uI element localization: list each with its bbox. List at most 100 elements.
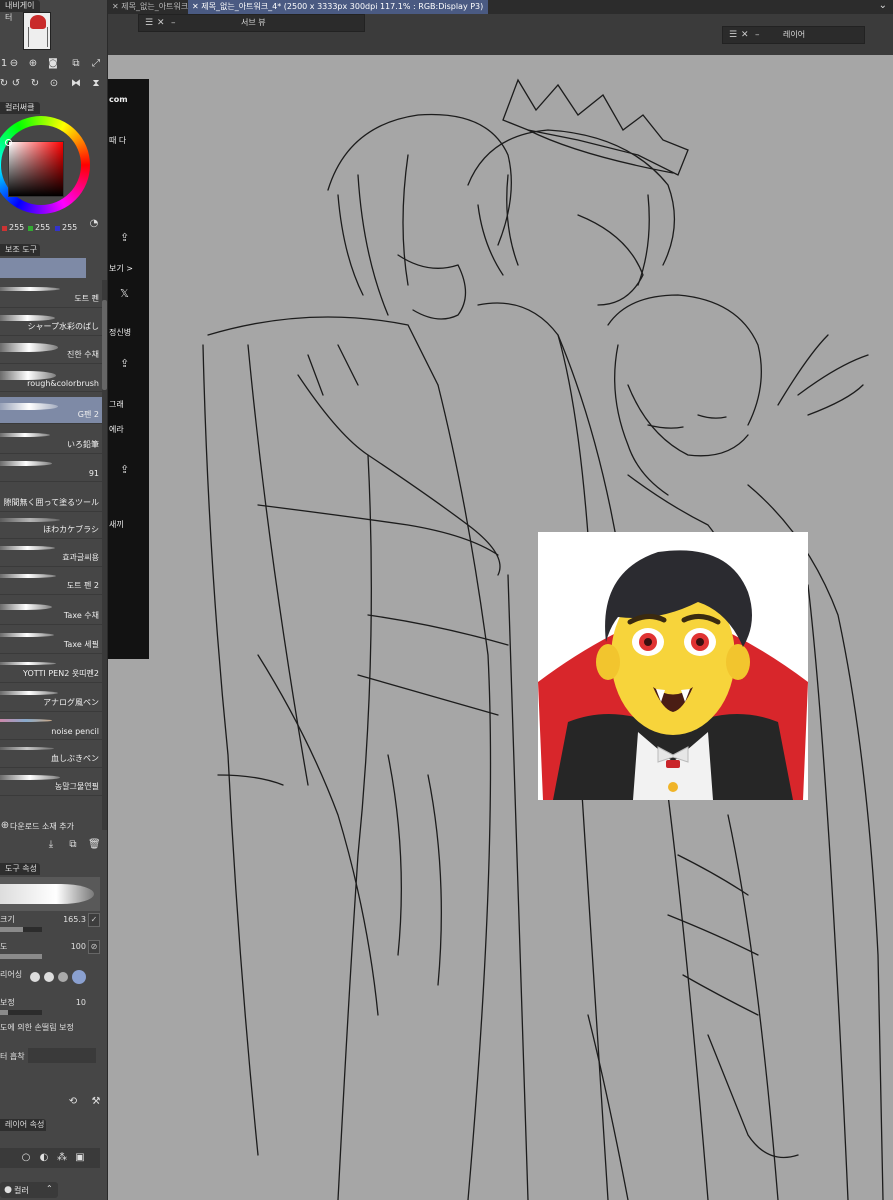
antialias-medium-icon[interactable]	[58, 972, 68, 982]
brush-item[interactable]: 도트 펜	[0, 281, 102, 308]
wrench-icon[interactable]: ⚒	[90, 1096, 102, 1108]
brush-item[interactable]: 도트 펜 2	[0, 568, 102, 595]
correction-value[interactable]: 10	[76, 998, 86, 1007]
density-row[interactable]: 도 100 ⊘	[0, 940, 104, 964]
saturation-value-square[interactable]	[8, 141, 64, 197]
brush-item[interactable]: 91	[0, 455, 102, 482]
brush-label: 血しぶきペン	[51, 754, 99, 763]
layer-panel[interactable]: ☰ ✕ – 레이어	[722, 26, 865, 44]
copy-view-icon[interactable]: ⧉	[70, 58, 82, 70]
brush-list-scrollbar[interactable]	[102, 280, 107, 830]
scrollbar-thumb[interactable]	[102, 300, 107, 390]
flip-vertical-icon[interactable]: ⧗	[90, 78, 102, 90]
zoom-in-icon[interactable]: ⊕	[27, 58, 39, 70]
sub-tool-tab[interactable]: 보조 도구	[0, 244, 40, 256]
close-icon[interactable]: ✕	[192, 2, 199, 11]
reset-rotation-icon[interactable]: ⊙	[48, 78, 60, 90]
brush-item[interactable]: ほわカケブラシ	[0, 512, 102, 539]
correction-row[interactable]: 보정 10	[0, 996, 104, 1020]
antialias-none-icon[interactable]	[30, 972, 40, 982]
navigator-tab[interactable]: 내비게이터	[0, 0, 40, 22]
chevron-down-icon[interactable]: ⌄	[879, 0, 887, 11]
rgb-readout: 255 255 255	[0, 223, 90, 235]
density-pressure-icon[interactable]: ⊘	[88, 940, 100, 954]
doc-tab-2[interactable]: ✕ 제목_없는_아트워크_4* (2500 x 3333px 300dpi 11…	[188, 0, 488, 14]
close-icon[interactable]: ✕	[741, 27, 749, 43]
zoom-out-icon[interactable]: ⊖	[8, 58, 20, 70]
density-value[interactable]: 100	[71, 942, 86, 951]
brush-item[interactable]: 효과글씨용	[0, 540, 102, 567]
rotate-icon[interactable]: ↻	[0, 78, 10, 90]
blue-value[interactable]: 255	[62, 223, 77, 232]
share-icon[interactable]: ⇪	[120, 463, 129, 476]
layer-panel-title: 레이어	[783, 30, 806, 39]
share-icon[interactable]: ⇪	[120, 231, 129, 244]
antialias-strong-icon[interactable]	[72, 970, 86, 984]
brush-item[interactable]: Taxe 수채	[0, 598, 102, 625]
sub-view-panel[interactable]: ☰ ✕ – 서브 뷰	[138, 14, 365, 32]
border-effect-icon[interactable]: ○	[20, 1152, 32, 1164]
brush-item[interactable]: 血しぶきペン	[0, 741, 102, 768]
vector-snap-options[interactable]	[28, 1048, 96, 1063]
red-value[interactable]: 255	[9, 223, 24, 232]
brush-item[interactable]: 隙間無く囲って塗るツール	[0, 485, 102, 512]
brush-item[interactable]: Taxe 세필	[0, 627, 102, 654]
rotate-right-icon[interactable]: ↻	[29, 78, 41, 90]
brush-item[interactable]: シャープ水彩のばし	[0, 309, 102, 336]
speed-correction-row[interactable]: 도에 의한 손떨림 보정	[0, 1021, 104, 1045]
color-circle-tab[interactable]: 컬러써클	[0, 102, 40, 114]
brush-size-row[interactable]: 크기 165.3 ✓	[0, 913, 104, 937]
mask-icon[interactable]: ▣	[74, 1152, 86, 1164]
green-value[interactable]: 255	[35, 223, 50, 232]
brush-item[interactable]: noise pencil	[0, 713, 102, 740]
overlay-screenshot-strip: com 때 다 ⇪ 보기 > 𝕏 정신병 ⇪ 그래 에라 ⇪ 새끼	[108, 79, 149, 659]
layer-property-tab[interactable]: 레이어 속성	[0, 1119, 46, 1131]
sub-tool-group-bar[interactable]	[0, 258, 86, 278]
duplicate-icon[interactable]: ⧉	[67, 839, 79, 851]
menu-icon[interactable]: ☰	[145, 15, 153, 31]
brush-item-selected[interactable]: G펜 2	[0, 397, 102, 424]
fit-view-icon[interactable]: ◙	[47, 58, 59, 70]
expression-color-select[interactable]: ● 컬러 ⌃	[0, 1182, 58, 1198]
color-circle-tab-label: 컬러써클	[5, 103, 35, 112]
x-logo-icon[interactable]: 𝕏	[120, 287, 129, 300]
brush-label: noise pencil	[51, 727, 99, 736]
tone-icon[interactable]: ⁂	[56, 1152, 68, 1164]
drawing-canvas[interactable]: com 때 다 ⇪ 보기 > 𝕏 정신병 ⇪ 그래 에라 ⇪ 새끼	[108, 55, 893, 1200]
share-icon[interactable]: ⇪	[120, 357, 129, 370]
menu-icon[interactable]: ☰	[729, 27, 737, 43]
minimize-icon[interactable]: –	[171, 15, 176, 31]
vector-snap-row[interactable]: 터 흡착	[0, 1048, 104, 1072]
close-icon[interactable]: ✕	[112, 2, 119, 11]
brush-item[interactable]: 진한 수채	[0, 337, 102, 364]
doc-tab-1[interactable]: ✕ 제목_없는_아트워크	[108, 0, 188, 14]
download-icon[interactable]: ⤓	[45, 839, 57, 851]
brush-stroke-preview	[0, 662, 56, 665]
brush-size-slider[interactable]	[0, 927, 42, 932]
brush-item[interactable]: rough&colorbrush	[0, 365, 102, 392]
brush-item[interactable]: アナログ風ペン	[0, 685, 102, 712]
brush-item[interactable]: いろ鉛筆	[0, 427, 102, 454]
rotate-left-icon[interactable]: ↺	[10, 78, 22, 90]
brush-item[interactable]: 농말그물연필	[0, 769, 102, 796]
hue-cursor[interactable]	[5, 139, 12, 146]
minimize-icon[interactable]: –	[755, 27, 760, 43]
brush-size-value[interactable]: 165.3	[63, 915, 86, 924]
close-icon[interactable]: ✕	[157, 15, 165, 31]
brush-item[interactable]: YOTTI PEN2 욧띠펜2	[0, 656, 102, 683]
antialias-weak-icon[interactable]	[44, 972, 54, 982]
download-material-button[interactable]: ⊕ 다운로드 소재 추가	[0, 818, 104, 834]
fullscreen-icon[interactable]: ⤢	[90, 58, 102, 70]
antialias-row[interactable]: 리어싱	[0, 968, 104, 992]
tool-property-tab[interactable]: 도구 속성	[0, 863, 40, 875]
density-slider[interactable]	[0, 954, 42, 959]
brush-size-fill	[0, 927, 24, 932]
reset-icon[interactable]: ⟲	[67, 1096, 79, 1108]
delete-icon[interactable]: 🗑	[88, 839, 101, 851]
flip-horizontal-icon[interactable]: ⧓	[70, 78, 82, 90]
size-pressure-icon[interactable]: ✓	[88, 913, 100, 927]
correction-slider[interactable]	[0, 1010, 42, 1015]
brush-label: 효과글씨용	[62, 553, 99, 562]
navigator-thumbnail[interactable]	[23, 12, 51, 50]
layer-color-icon[interactable]: ◐	[38, 1152, 50, 1164]
